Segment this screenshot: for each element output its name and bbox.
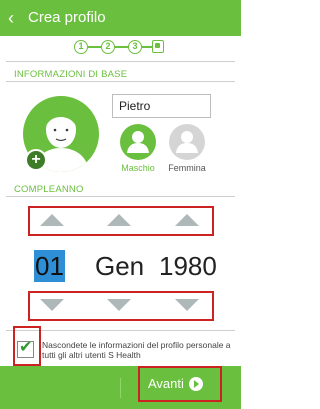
year-value[interactable]: 1980	[159, 250, 217, 282]
male-person-icon	[127, 131, 149, 153]
step-1: 1	[74, 40, 88, 54]
plus-icon[interactable]: +	[25, 149, 47, 171]
day-up-arrow-icon[interactable]	[40, 214, 64, 226]
section-title-birthday: COMPLEANNO	[14, 184, 84, 195]
year-up-arrow-icon[interactable]	[175, 214, 199, 226]
name-input[interactable]	[112, 94, 211, 118]
chevron-right-icon[interactable]	[189, 377, 203, 391]
step-indicator: 1 2 3	[0, 36, 241, 60]
gender-female-label: Femmina	[168, 163, 206, 173]
month-down-arrow-icon[interactable]	[107, 299, 131, 311]
year-down-arrow-icon[interactable]	[175, 299, 199, 311]
privacy-checkbox[interactable]: ✔	[17, 339, 34, 358]
month-up-arrow-icon[interactable]	[107, 214, 131, 226]
back-arrow-icon[interactable]: ‹	[8, 8, 26, 28]
divider	[6, 81, 235, 82]
checkmark-icon: ✔	[19, 339, 33, 356]
gender-female-button[interactable]	[169, 124, 205, 160]
step-3: 3	[128, 40, 142, 54]
step-connector	[115, 46, 128, 48]
privacy-text: Nascondete le informazioni del profilo p…	[42, 340, 231, 360]
profile-card-icon	[152, 40, 164, 53]
day-down-arrow-icon[interactable]	[40, 299, 64, 311]
month-value[interactable]: Gen	[95, 250, 144, 282]
page-title: Crea profilo	[28, 9, 106, 26]
bar-separator	[120, 378, 121, 398]
divider	[6, 61, 235, 62]
step-connector	[88, 46, 101, 48]
next-label[interactable]: Avanti	[148, 376, 184, 392]
divider	[6, 196, 235, 197]
gender-male-label: Maschio	[121, 163, 155, 173]
title-bar: ‹ Crea profilo	[0, 0, 241, 36]
section-title-basic-info: INFORMAZIONI DI BASE	[14, 69, 128, 80]
step-connector	[142, 46, 152, 48]
day-value[interactable]: 01	[34, 250, 65, 282]
step-2: 2	[101, 40, 115, 54]
gender-male-button[interactable]	[120, 124, 156, 160]
female-person-icon	[176, 131, 198, 153]
